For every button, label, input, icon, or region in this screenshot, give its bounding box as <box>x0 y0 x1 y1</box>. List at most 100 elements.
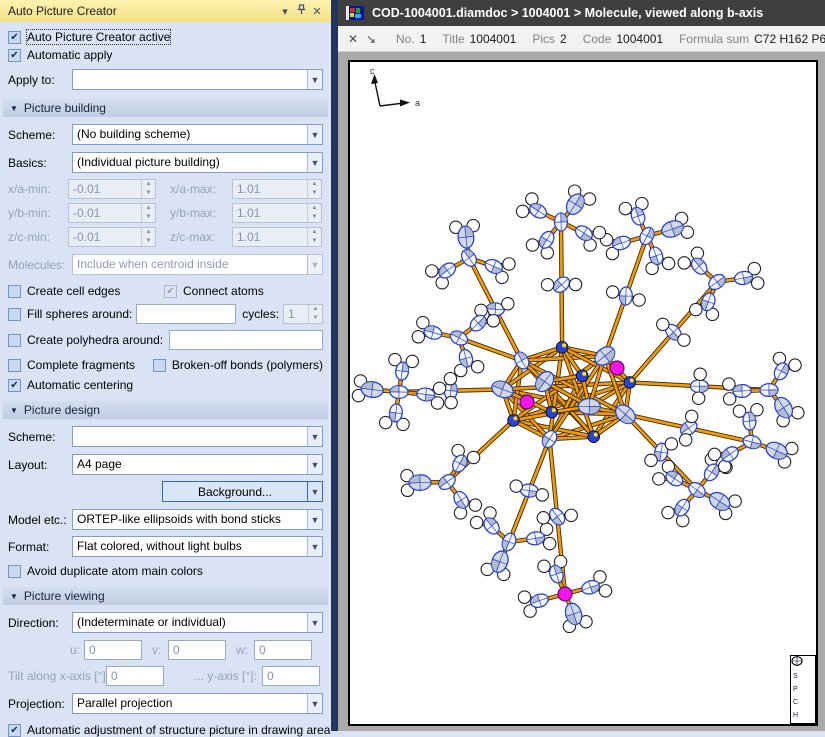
spinner-arrows[interactable]: ▲▼ <box>141 204 155 222</box>
v-label: v: <box>152 643 166 657</box>
building-scheme-combobox[interactable]: (No building scheme) ▼ <box>72 124 323 145</box>
v-field[interactable]: 0 <box>168 640 226 660</box>
xa-min-spinner[interactable]: -0.01 ▲▼ <box>68 179 156 199</box>
tilt-x-field[interactable]: 0 <box>106 666 164 686</box>
cycles-spinner[interactable]: 1 ▲▼ <box>283 304 323 324</box>
toolbar-field: Title1004001 <box>442 32 516 46</box>
fill-spheres-checkbox[interactable] <box>8 308 21 321</box>
yb-min-spinner[interactable]: -0.01 ▲▼ <box>68 203 156 223</box>
spinner-arrows[interactable]: ▲▼ <box>308 305 322 323</box>
chevron-down-icon[interactable]: ▼ <box>307 455 322 474</box>
tilt-y-label: ... y-axis [°]: <box>194 669 258 683</box>
create-cell-edges-label: Create cell edges <box>27 284 120 298</box>
u-field[interactable]: 0 <box>84 640 142 660</box>
document-toolbar: ✕ ↘ No.1 Title1004001 Pics2 Code1004001 Form… <box>338 26 825 52</box>
document-window: COD-1004001.diamdoc > 1004001 > Molecule… <box>338 0 825 731</box>
yb-max-spinner[interactable]: 1.01 ▲▼ <box>232 203 322 223</box>
projection-combobox[interactable]: Parallel projection ▼ <box>72 693 323 714</box>
broken-off-bonds-checkbox[interactable] <box>153 359 166 372</box>
legend-item-H: H <box>791 709 815 722</box>
chevron-down-icon[interactable]: ▼ <box>307 613 322 632</box>
connect-atoms-label: Connect atoms <box>183 284 323 298</box>
chevron-down-icon[interactable]: ▼ <box>307 427 322 446</box>
apc-active-checkbox[interactable] <box>8 31 21 44</box>
design-scheme-combobox[interactable]: ▼ <box>72 426 323 447</box>
connect-atoms-checkbox <box>164 285 177 298</box>
create-polyhedra-input[interactable] <box>169 330 323 350</box>
spinner-arrows[interactable]: ▲▼ <box>307 180 321 198</box>
apply-to-combobox[interactable]: ▼ <box>72 69 323 90</box>
panel-menu-icon[interactable]: ▾ <box>277 5 293 18</box>
document-titlebar[interactable]: COD-1004001.diamdoc > 1004001 > Molecule… <box>338 0 825 26</box>
tilt-x-label: Tilt along x-axis [°]: <box>8 669 106 683</box>
building-scheme-label: Scheme: <box>8 128 72 142</box>
spinner-arrows[interactable]: ▲▼ <box>141 180 155 198</box>
legend-item-S: S <box>791 670 815 683</box>
design-scheme-label: Scheme: <box>8 430 72 444</box>
pin-icon[interactable] <box>293 4 309 18</box>
complete-fragments-checkbox[interactable] <box>8 359 21 372</box>
chevron-down-icon[interactable]: ▼ <box>308 481 323 502</box>
chevron-down-icon[interactable]: ▼ <box>307 125 322 144</box>
cycles-label: cycles: <box>242 307 279 321</box>
automatic-adjustment-label: Automatic adjustment of structure pictur… <box>27 723 330 737</box>
automatic-centering-checkbox[interactable] <box>8 379 21 392</box>
chevron-down-icon[interactable]: ▼ <box>307 694 322 713</box>
document-title: COD-1004001.diamdoc > 1004001 > Molecule… <box>372 6 763 20</box>
toolbar-field: Code1004001 <box>583 32 663 46</box>
w-label: w: <box>236 643 252 657</box>
apc-active-label: Auto Picture Creator active <box>27 30 170 44</box>
chevron-down-icon: ▼ <box>307 255 322 274</box>
xa-max-spinner[interactable]: 1.01 ▲▼ <box>232 179 322 199</box>
panel-splitter[interactable] <box>331 0 338 731</box>
model-combobox[interactable]: ORTEP-like ellipsoids with bond sticks ▼ <box>72 509 323 530</box>
spinner-arrows[interactable]: ▲▼ <box>141 228 155 246</box>
molecules-label: Molecules: <box>8 258 72 272</box>
yb-max-label: y/b-max: <box>170 206 232 220</box>
zc-min-spinner[interactable]: -0.01 ▲▼ <box>68 227 156 247</box>
zc-max-spinner[interactable]: 1.01 ▲▼ <box>232 227 322 247</box>
format-combobox[interactable]: Flat colored, without light bulbs ▼ <box>72 536 323 557</box>
model-label: Model etc.: <box>8 513 72 527</box>
xa-min-label: x/a-min: <box>8 182 68 196</box>
section-picture-design[interactable]: ▼ Picture design <box>3 401 328 419</box>
spinner-arrows[interactable]: ▲▼ <box>307 228 321 246</box>
close-icon[interactable]: ✕ <box>309 5 325 18</box>
direction-label: Direction: <box>8 616 72 630</box>
spinner-arrows[interactable]: ▲▼ <box>307 204 321 222</box>
molecule-drawing[interactable]: ca <box>350 62 816 724</box>
tilt-y-field[interactable]: 0 <box>262 666 320 686</box>
chevron-down-icon[interactable]: ▼ <box>307 510 322 529</box>
automatic-apply-label: Automatic apply <box>27 48 112 62</box>
direction-combobox[interactable]: (Indeterminate or individual) ▼ <box>72 612 323 633</box>
create-polyhedra-label: Create polyhedra around: <box>27 333 163 347</box>
projection-label: Projection: <box>8 697 72 711</box>
fill-spheres-input[interactable] <box>136 304 236 324</box>
structure-picture[interactable]: ca WSPCH <box>348 60 818 726</box>
section-picture-viewing[interactable]: ▼ Picture viewing <box>3 587 328 605</box>
section-picture-building[interactable]: ▼ Picture building <box>3 99 328 117</box>
layout-combobox[interactable]: A4 page ▼ <box>72 454 323 475</box>
arrow-down-right-icon[interactable]: ↘ <box>362 32 380 46</box>
automatic-apply-checkbox[interactable] <box>8 49 21 62</box>
svg-text:a: a <box>415 98 420 108</box>
close-document-icon[interactable]: ✕ <box>344 32 362 46</box>
chevron-down-icon[interactable]: ▼ <box>307 153 322 172</box>
basics-combobox[interactable]: (Individual picture building) ▼ <box>72 152 323 173</box>
create-polyhedra-checkbox[interactable] <box>8 334 21 347</box>
collapse-icon: ▼ <box>10 406 18 415</box>
avoid-duplicate-colors-label: Avoid duplicate atom main colors <box>27 564 203 578</box>
automatic-adjustment-checkbox[interactable] <box>8 724 21 737</box>
toolbar-field: Pics2 <box>532 32 566 46</box>
svg-text:c: c <box>370 66 375 76</box>
toolbar-field: No.1 <box>396 32 426 46</box>
avoid-duplicate-colors-checkbox[interactable] <box>8 565 21 578</box>
w-field[interactable]: 0 <box>254 640 312 660</box>
background-button[interactable]: Background... ▼ <box>162 481 323 502</box>
chevron-down-icon[interactable]: ▼ <box>307 537 322 556</box>
axes-indicator: ca <box>370 66 420 108</box>
create-cell-edges-checkbox[interactable] <box>8 285 21 298</box>
toolbar-field: Formula sumC72 H162 P6 S8 W6 <box>679 32 825 46</box>
drawing-area: ca WSPCH <box>338 52 825 731</box>
chevron-down-icon[interactable]: ▼ <box>307 70 322 89</box>
